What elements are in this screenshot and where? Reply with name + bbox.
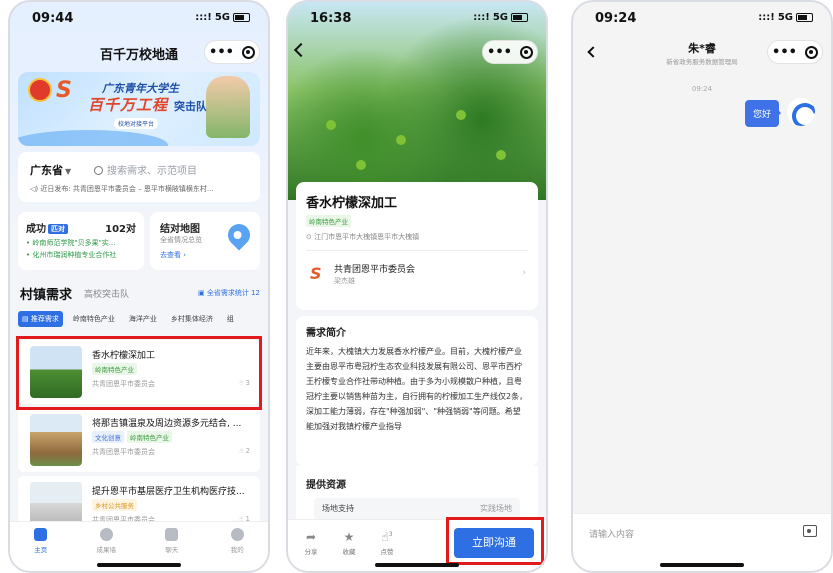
list-item[interactable]: 香水柠檬深加工 岭南特色产业 共青团恩平市委员会 ☝ 3 (18, 340, 260, 404)
tabbar-profile[interactable]: 我的 (217, 528, 257, 573)
province-stats-link[interactable]: ▣ 全省需求统计 12 (198, 288, 260, 298)
signal-indicator: :::! 5G (473, 12, 528, 23)
chevron-down-icon: ▼ (65, 167, 72, 176)
hero-banner[interactable]: S 广东青年大学生 百千万工程 突击队 校地对接平台 (18, 72, 260, 146)
message-bubble[interactable]: 您好 (744, 100, 782, 127)
clock: 09:44 (32, 11, 74, 26)
medal-icon (99, 528, 113, 541)
message-timestamp: 09:24 (691, 85, 713, 93)
battery-icon (233, 13, 250, 22)
signal-indicator: :::! 5G (195, 12, 250, 23)
pairing-map-card[interactable]: 结对地图 全省情况总览 去查看 › (150, 212, 260, 270)
tab-collective[interactable]: 乡村集体经济 (167, 311, 217, 327)
clock: 16:38 (310, 11, 352, 26)
battery-icon (796, 13, 813, 22)
miniprogram-capsule: ••• (204, 40, 260, 64)
user-icon (230, 528, 244, 541)
more-icon[interactable]: ••• (487, 45, 512, 60)
org-logo-icon: S (310, 264, 322, 283)
chat-screen: 09:24 :::! 5G 朱*睿 新省政务服务数据管理局 ••• 09:24 … (571, 0, 833, 573)
category-tabs: ▤ 推荐需求 岭南特色产业 海洋产业 乡村集体经济 组 (18, 310, 260, 328)
tabbar-home[interactable]: 主页 (21, 528, 61, 573)
view-map-link[interactable]: 去查看 › (160, 250, 186, 260)
list-item[interactable]: 将那吉镇温泉及周边资源多元结合, ... 文化创意 岭南特色产业 共青团恩平市委员… (18, 408, 260, 472)
signal-bars-icon: :::! (758, 12, 775, 23)
project-info-card: 香水柠檬深加工 岭南特色产业 ⊙ 江门市恩平市大槐镇恩平市大槐镇 S 共青团恩平… (296, 182, 538, 310)
map-pin-icon (223, 219, 255, 251)
tab-lingnan[interactable]: 岭南特色产业 (69, 311, 119, 327)
close-miniprogram-icon[interactable] (804, 45, 818, 59)
close-miniprogram-icon[interactable] (519, 45, 533, 59)
category-tag: 岭南特色产业 (306, 215, 351, 227)
resource-row: 场地支持 实践场地 (314, 498, 520, 520)
item-thumbnail (30, 346, 82, 398)
detail-screen: 16:38 :::! 5G ••• 香水柠檬深加工 岭南特色产业 ⊙ 江门市恩平… (286, 0, 548, 573)
clock: 09:24 (595, 11, 637, 26)
home-indicator (660, 563, 744, 567)
students-illustration (206, 76, 250, 138)
message-input[interactable]: 请输入内容 (589, 527, 634, 540)
announcement[interactable]: ◁) 近日发布: 共青团恩平市委员会 – 恩平市横陂镇横东村... (30, 184, 214, 194)
tab-marine[interactable]: 海洋产业 (125, 311, 161, 327)
description-heading: 需求简介 (306, 328, 346, 339)
tab-more[interactable]: 组 (223, 311, 238, 327)
search-input[interactable]: 搜索需求、示范项目 (94, 162, 197, 177)
signal-bars-icon: :::! (195, 12, 212, 23)
contact-now-button[interactable]: 立即沟通 (454, 528, 534, 558)
status-bar: 16:38 :::! 5G (286, 0, 548, 34)
project-title: 香水柠檬深加工 (306, 196, 398, 211)
tab-recommended[interactable]: ▤ 推荐需求 (18, 311, 63, 327)
success-match-card[interactable]: 成功 匹对 102对 • 岭南师范学院"贝多果"实... • 化州市瑞润种植专业合… (18, 212, 144, 270)
item-thumbnail (30, 414, 82, 466)
favorite-button[interactable]: ★ 收藏 (334, 530, 364, 556)
province-select[interactable]: 广东省 ▼ (30, 162, 71, 178)
close-miniprogram-icon[interactable] (241, 45, 255, 59)
location-icon: ⊙ (306, 233, 315, 241)
home-indicator (375, 563, 459, 567)
resources-card: 提供资源 场地支持 实践场地 (296, 466, 538, 526)
speaker-icon: ◁) (30, 185, 41, 193)
resources-heading: 提供资源 (306, 480, 346, 491)
battery-icon (511, 13, 528, 22)
chevron-right-icon[interactable]: › (522, 268, 526, 278)
share-icon: ➦ (305, 530, 317, 544)
image-icon[interactable] (803, 525, 817, 537)
org-name[interactable]: 共青团恩平市委员会 (334, 262, 415, 275)
search-card: 广东省 ▼ 搜索需求、示范项目 ◁) 近日发布: 共青团恩平市委员会 – 恩平市横… (18, 152, 260, 202)
status-bar: 09:24 :::! 5G (571, 0, 833, 34)
youth-league-logo-icon (28, 78, 52, 102)
signal-bars-icon: :::! (473, 12, 490, 23)
miniprogram-capsule: ••• (482, 40, 538, 64)
more-icon[interactable]: ••• (772, 45, 797, 60)
description-card: 需求简介 近年来，大槐镇大力发展香水柠檬产业。目前，大槐柠檬产业主要由恩平市粤冠… (296, 316, 538, 466)
org-contact: 梁杰雄 (334, 277, 355, 285)
section-header: 村镇需求 高校突击队 ▣ 全省需求统计 12 (20, 287, 260, 303)
avatar[interactable] (787, 98, 815, 126)
tab-university-team[interactable]: 高校突击队 (84, 287, 129, 300)
miniprogram-capsule: ••• (767, 40, 823, 64)
thumbs-up-icon: ☝3 (381, 530, 393, 544)
status-bar: 09:44 :::! 5G (8, 0, 270, 34)
share-button[interactable]: ➦ 分享 (296, 530, 326, 556)
star-icon: ★ (343, 530, 355, 544)
list-icon: ▤ (22, 315, 31, 323)
chat-icon (165, 528, 179, 541)
more-icon[interactable]: ••• (209, 45, 234, 60)
like-button[interactable]: ☝3 点赞 (372, 530, 402, 556)
s-logo-icon: S (56, 78, 72, 103)
home-indicator (97, 563, 181, 567)
search-icon (94, 166, 103, 175)
chart-icon: ▣ (198, 289, 207, 297)
address: ⊙ 江门市恩平市大槐镇恩平市大槐镇 (306, 233, 420, 241)
signal-indicator: :::! 5G (758, 12, 813, 23)
home-icon (34, 528, 48, 541)
description-text: 近年来，大槐镇大力发展香水柠檬产业。目前，大槐柠檬产业主要由恩平市粤冠柠生态农业… (306, 347, 528, 431)
home-screen: 09:44 :::! 5G 百千万校地通 ••• S 广东青年大学生 百千万工程… (8, 0, 270, 573)
